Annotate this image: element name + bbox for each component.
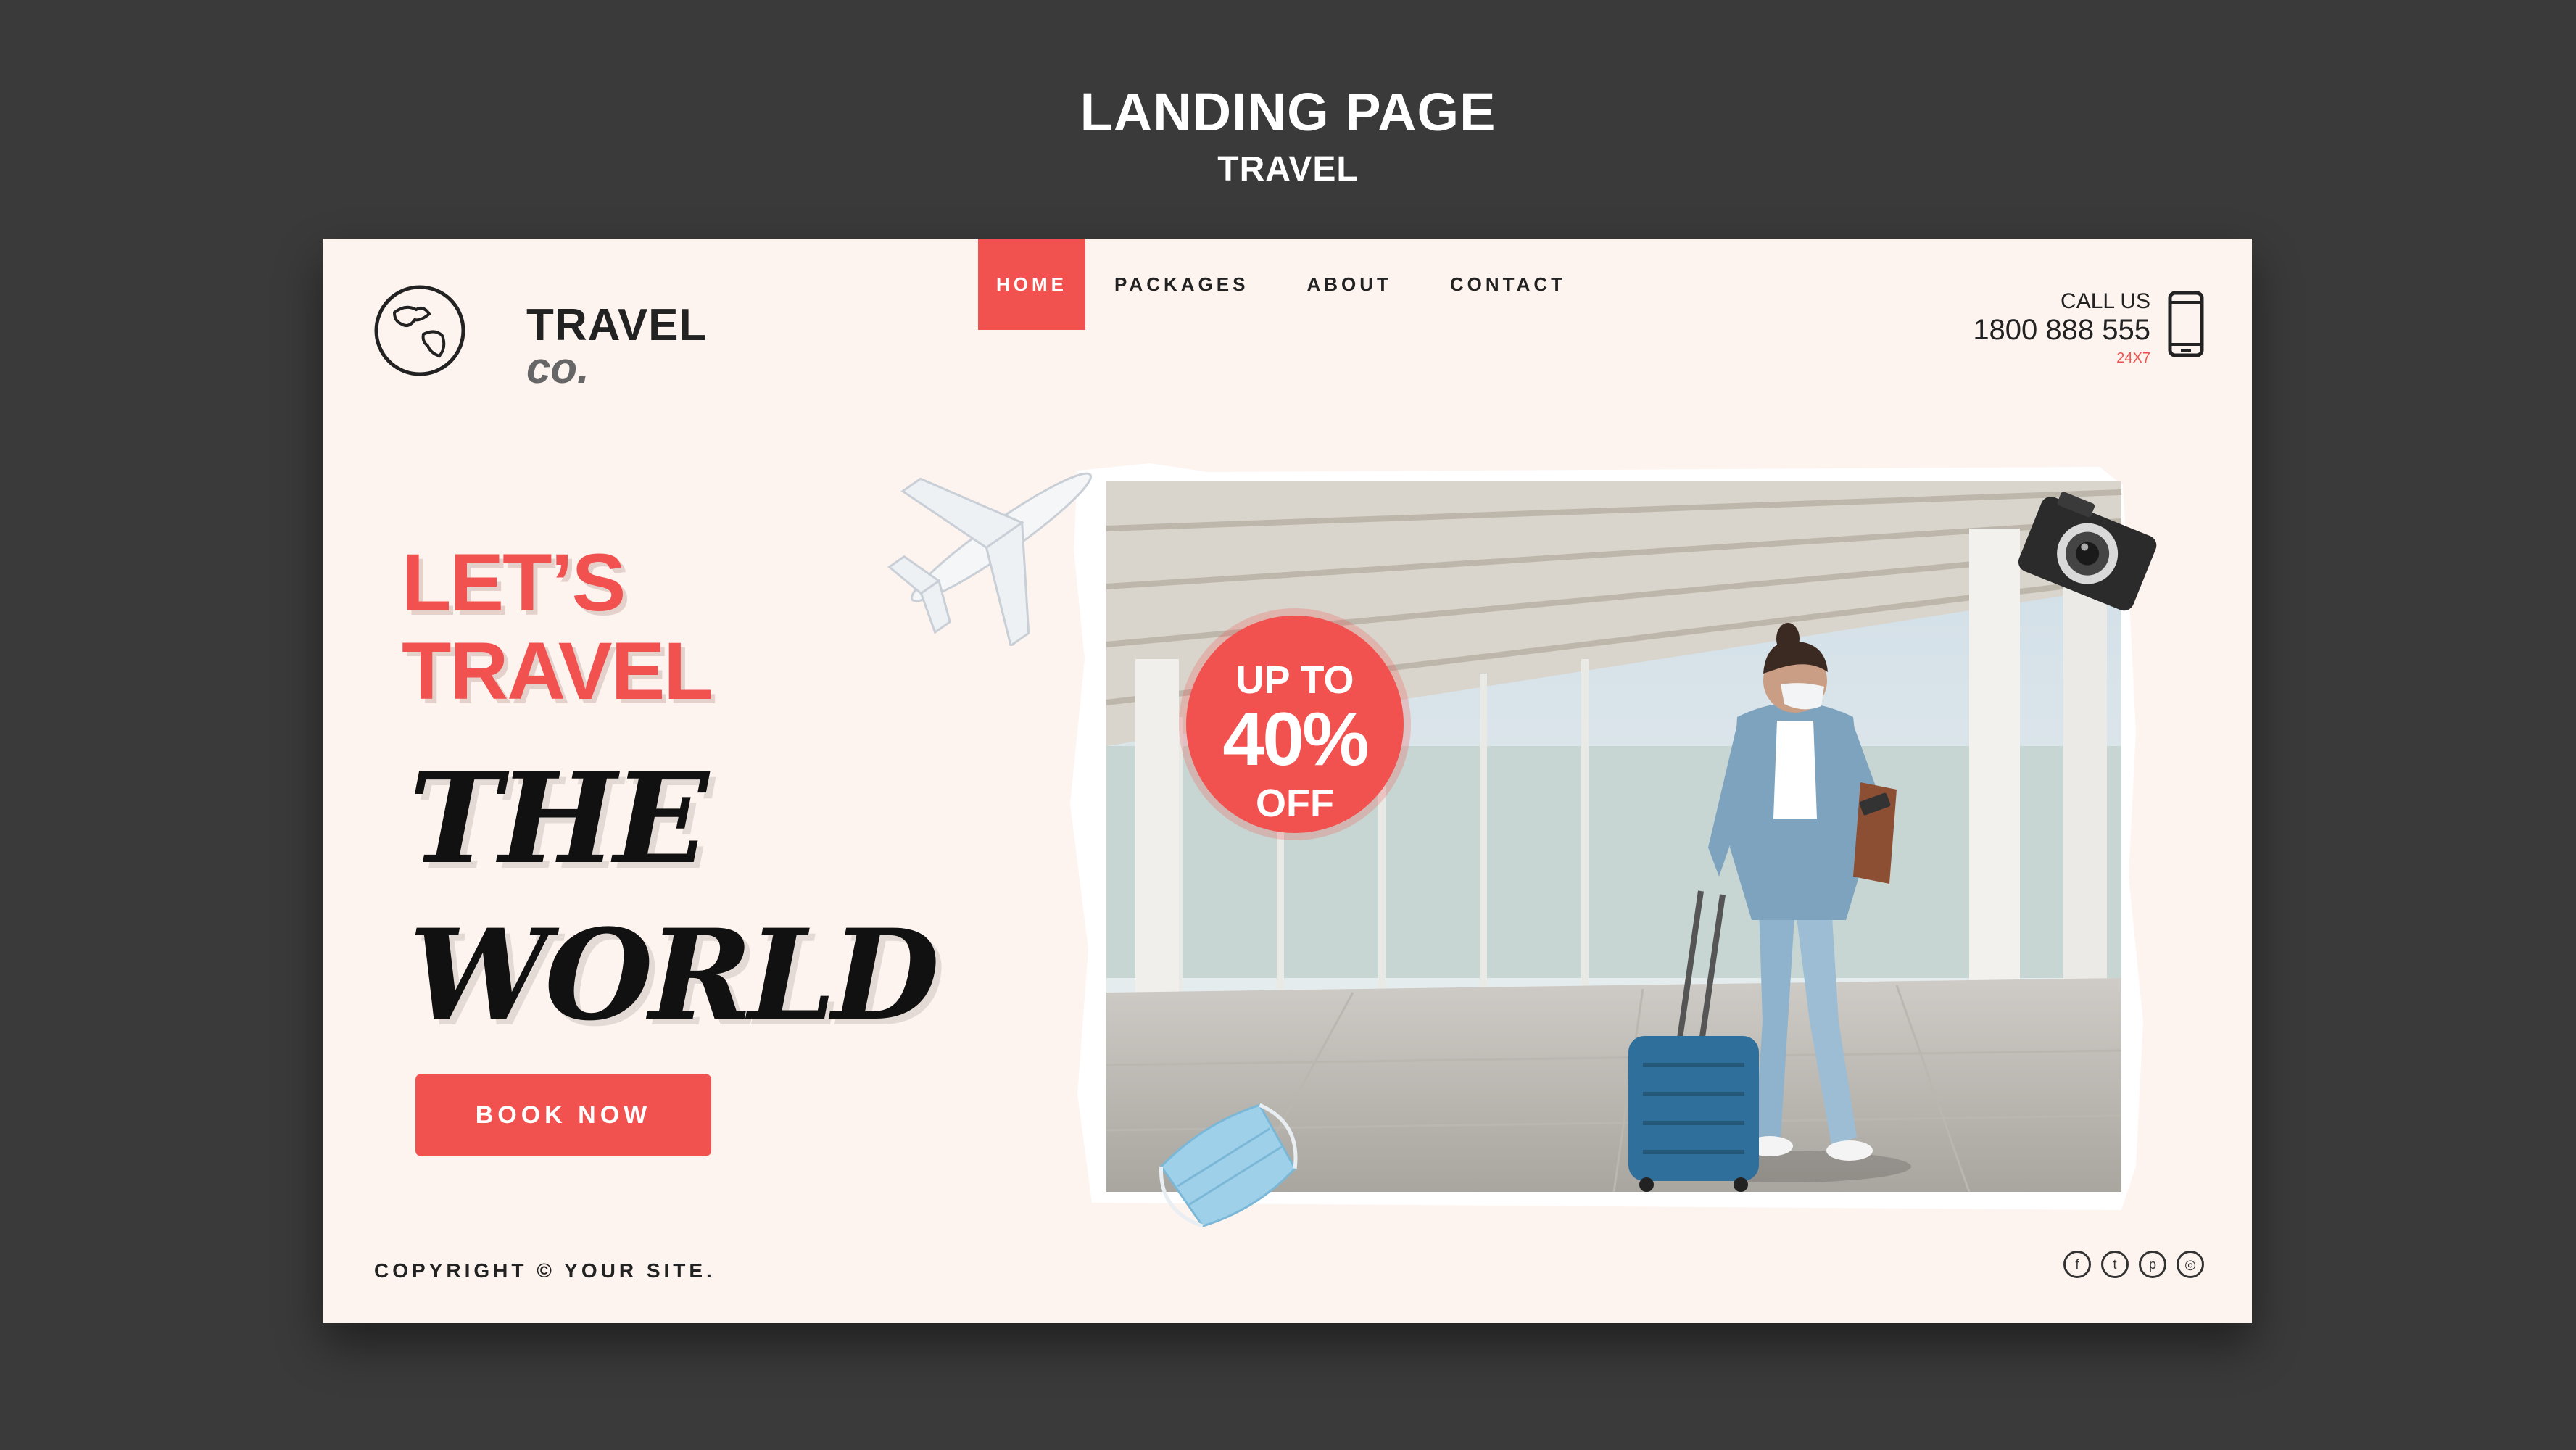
airplane-icon bbox=[887, 472, 1093, 646]
camera-icon bbox=[2018, 492, 2157, 611]
globe-icon bbox=[374, 285, 465, 376]
phone-number[interactable]: 1800 888 555 bbox=[1973, 314, 2150, 347]
twitter-icon[interactable]: t bbox=[2101, 1251, 2129, 1278]
social-links: f t p ◎ bbox=[2063, 1251, 2204, 1278]
showcase-subtitle: TRAVEL bbox=[1217, 150, 1359, 188]
hero-heading-the: THE bbox=[409, 745, 709, 892]
hero-heading-travel: TRAVEL bbox=[402, 626, 713, 716]
nav-about[interactable]: ABOUT bbox=[1277, 239, 1420, 330]
nav-packages[interactable]: PACKAGES bbox=[1085, 239, 1277, 330]
hero-heading-world: WORLD bbox=[409, 901, 940, 1048]
discount-value: 40% bbox=[1222, 697, 1369, 782]
support-hours: 24X7 bbox=[2116, 350, 2150, 366]
book-now-button[interactable]: BOOK NOW bbox=[415, 1074, 711, 1156]
nav-home[interactable]: HOME bbox=[978, 239, 1085, 330]
showcase-title: LANDING PAGE bbox=[1080, 82, 1496, 142]
discount-label-bottom: OFF bbox=[1256, 782, 1334, 825]
instagram-icon[interactable]: ◎ bbox=[2177, 1251, 2204, 1278]
nav-contact[interactable]: CONTACT bbox=[1421, 239, 1595, 330]
landing-page: TRAVEL co. HOME PACKAGES ABOUT CONTACT C… bbox=[323, 239, 2252, 1323]
logo-text-co: co. bbox=[526, 344, 589, 392]
pinterest-icon[interactable]: p bbox=[2139, 1251, 2166, 1278]
face-mask-icon bbox=[1159, 1103, 1298, 1228]
main-nav: HOME PACKAGES ABOUT CONTACT bbox=[978, 239, 1595, 330]
phone-icon bbox=[2168, 291, 2204, 357]
discount-badge: UP TO 40% OFF bbox=[1186, 616, 1404, 833]
hero-heading-lets: LET’S bbox=[402, 537, 626, 628]
call-us-label: CALL US bbox=[2061, 289, 2150, 313]
copyright-text: COPYRIGHT © YOUR SITE. bbox=[374, 1259, 716, 1282]
discount-label-top: UP TO bbox=[1235, 658, 1354, 702]
facebook-icon[interactable]: f bbox=[2063, 1251, 2091, 1278]
call-us[interactable]: CALL US 1800 888 555 24X7 bbox=[1943, 289, 2204, 369]
